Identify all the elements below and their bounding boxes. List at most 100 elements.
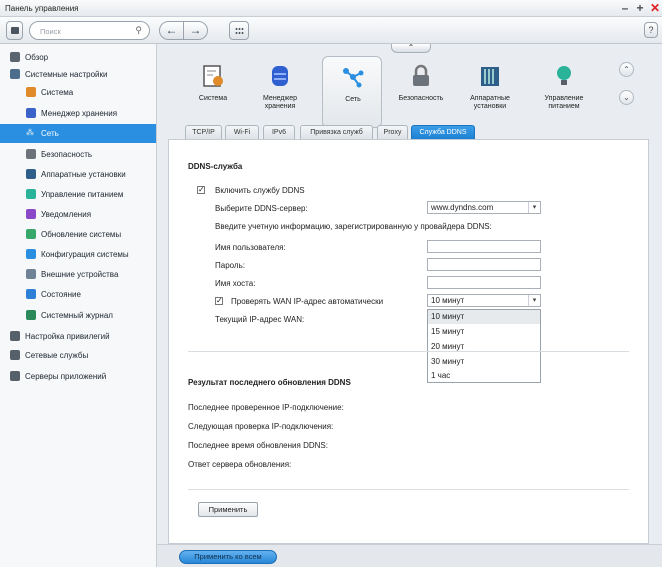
section-title: DDNS-служба (188, 162, 243, 171)
app-network[interactable]: Сеть (322, 56, 382, 128)
app-hardware[interactable]: Аппаратные установки (460, 56, 520, 128)
external-device-icon (26, 269, 36, 279)
server-label: Выберите DDNS-сервер: (215, 204, 308, 213)
ddns-panel: DDNS-служба ✓ Включить службу DDNS Выбер… (168, 139, 649, 544)
sidebar-item[interactable]: Состояние (0, 285, 156, 304)
app-lock[interactable]: Безопасность (391, 56, 451, 128)
dropdown-option[interactable]: 30 минут (428, 355, 540, 369)
search-icon[interactable]: ⚲ (135, 25, 142, 36)
sidebar-item[interactable]: Безопасность (0, 145, 156, 164)
dropdown-option[interactable]: 15 минут (428, 325, 540, 339)
sidebar-item[interactable]: Внешние устройства (0, 265, 156, 284)
server-value: www.dyndns.com (431, 203, 494, 212)
back-button[interactable]: ← (159, 21, 184, 40)
sidebar-item[interactable]: Управление питанием (0, 185, 156, 204)
search-input[interactable] (40, 25, 130, 37)
sidebar-item[interactable]: Серверы приложений (0, 367, 156, 386)
forward-button[interactable]: → (183, 21, 208, 40)
app-label: Безопасность (398, 95, 444, 102)
password-field[interactable] (427, 258, 541, 271)
tab-bar: TCP/IP Wi-Fi IPv6 Привязка служб Proxy Служба… (157, 125, 662, 139)
sidebar-item[interactable]: Система (0, 83, 156, 102)
notification-icon (26, 209, 36, 219)
title-bar: Панель управления – + ✕ (0, 0, 662, 17)
divider (188, 351, 629, 352)
username-label: Имя пользователя: (215, 243, 286, 252)
apps-grid-button[interactable] (229, 21, 249, 40)
sidebar-item[interactable]: ⁂ Сеть (0, 124, 156, 143)
check-interval-select[interactable]: 10 минут ▾ (427, 294, 541, 307)
storage-icon (26, 108, 36, 118)
ddns-server-select[interactable]: www.dyndns.com ▾ (427, 201, 541, 214)
sidebar-item-label: Внешние устройства (41, 270, 119, 279)
apply-all-button[interactable]: Применить ко всем (179, 550, 277, 564)
grid-icon (235, 27, 244, 35)
maximize-icon[interactable]: + (633, 1, 647, 15)
check-interval-value: 10 минут (431, 296, 465, 305)
user-icon (10, 331, 20, 341)
config-icon (26, 249, 36, 259)
hardware-icon (478, 64, 502, 88)
main-area: ⌃ Система Менеджер хранения Сеть Безопаснос… (157, 44, 662, 567)
sidebar-item[interactable]: Обновление системы (0, 225, 156, 244)
chevron-up-icon: ⌃ (623, 65, 630, 74)
sidebar-item[interactable]: Менеджер хранения (0, 104, 156, 123)
hardware-icon (26, 169, 36, 179)
chevron-up-icon: ⌃ (407, 43, 415, 52)
last-checked-label: Последнее проверенное IP-подключение: (188, 403, 344, 412)
toggle-sidebar-button[interactable] (6, 21, 23, 40)
scroll-up-button[interactable]: ⌃ (619, 62, 634, 77)
scroll-down-button[interactable]: ⌄ (619, 90, 634, 105)
app-system[interactable]: Система (183, 56, 243, 128)
app-label: Менеджер хранения (263, 95, 297, 110)
app-label: Управление питанием (544, 95, 584, 110)
sidebar-item-label: Система (41, 88, 74, 97)
next-check-label: Следующая проверка IP-подключения: (188, 422, 334, 431)
sidebar-item-label: Конфигурация системы (41, 250, 129, 259)
tab[interactable]: TCP/IP (185, 125, 222, 139)
sidebar-item[interactable]: Аппаратные установки (0, 165, 156, 184)
help-button[interactable]: ? (644, 22, 658, 38)
close-icon[interactable]: ✕ (648, 1, 662, 15)
dropdown-option[interactable]: 1 час (428, 369, 540, 383)
sidebar-item[interactable]: Системные настройки (0, 65, 156, 84)
current-ip-label: Текущий IP-адрес WAN: (215, 315, 305, 324)
collapse-iconbar-button[interactable]: ⌃ (391, 44, 431, 53)
sidebar-item-label: Менеджер хранения (41, 109, 118, 118)
search-box[interactable]: ⚲ (29, 21, 150, 40)
sidebar-item[interactable]: Сетевые службы (0, 346, 156, 365)
bulb-icon (552, 64, 576, 88)
account-hint: Введите учетную информацию, зарегистриро… (215, 222, 492, 231)
sidebar-item[interactable]: Настройка привилегий (0, 327, 156, 346)
lock-icon (26, 149, 36, 159)
tab[interactable]: Proxy (377, 125, 408, 139)
storage-icon (268, 64, 292, 88)
network-icon: ⁂ (26, 128, 34, 137)
tab[interactable]: Wi-Fi (225, 125, 259, 139)
app-storage[interactable]: Менеджер хранения (250, 56, 310, 128)
tab[interactable]: Служба DDNS (411, 125, 475, 139)
sidebar-item[interactable]: Уведомления (0, 205, 156, 224)
sidebar-item-label: Безопасность (41, 150, 93, 159)
sidebar-item-label: Сеть (41, 129, 59, 138)
sidebar-item[interactable]: Системный журнал (0, 306, 156, 325)
chevron-down-icon: ▾ (528, 202, 540, 213)
app-bulb[interactable]: Управление питанием (534, 56, 594, 128)
hostname-field[interactable] (427, 276, 541, 289)
lock-icon (409, 64, 433, 88)
minimize-icon[interactable]: – (618, 1, 632, 15)
enable-ddns-checkbox[interactable]: ✓ (197, 186, 205, 194)
chevron-down-icon: ⌄ (623, 93, 630, 102)
sidebar-item-label: Аппаратные установки (41, 170, 126, 179)
apply-button[interactable]: Применить (198, 502, 258, 517)
update-icon (26, 229, 36, 239)
gear-icon (10, 69, 20, 79)
check-wan-checkbox[interactable]: ✓ (215, 297, 223, 305)
window-title: Панель управления (5, 4, 79, 13)
dropdown-option[interactable]: 10 минут (428, 310, 540, 324)
sidebar-item[interactable]: Конфигурация системы (0, 245, 156, 264)
username-field[interactable] (427, 240, 541, 253)
tab[interactable]: Привязка служб (300, 125, 373, 139)
sidebar-item-label: Сетевые службы (25, 351, 89, 360)
tab[interactable]: IPv6 (263, 125, 295, 139)
